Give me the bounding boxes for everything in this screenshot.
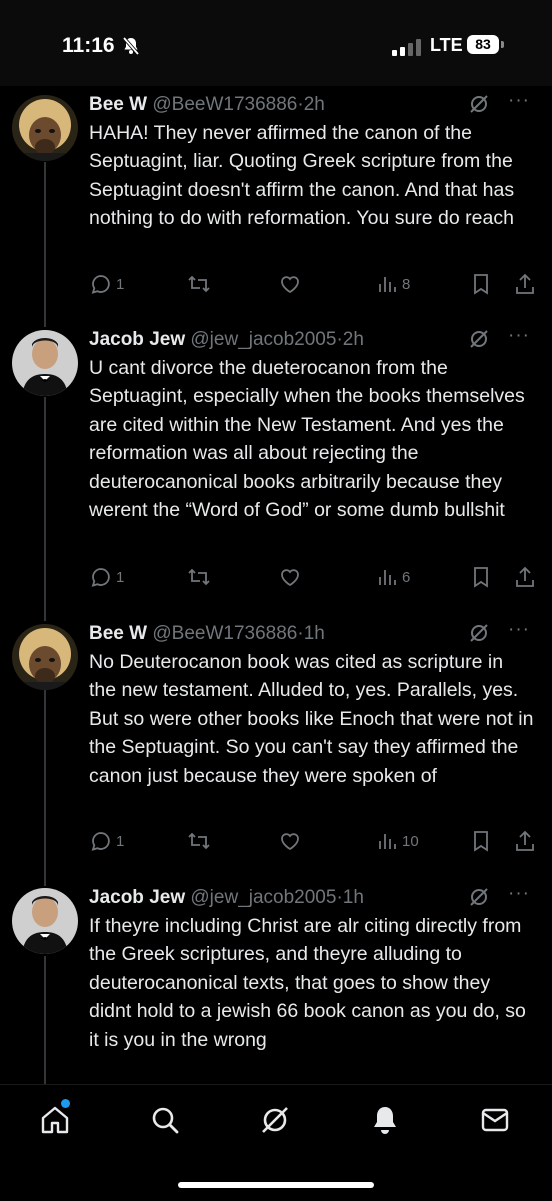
grok-icon[interactable] [468, 886, 490, 913]
avatar[interactable] [12, 888, 78, 954]
views-icon [376, 566, 398, 588]
more-icon[interactable]: ··· [508, 326, 530, 346]
messages-icon[interactable] [478, 1103, 512, 1142]
retweet-button[interactable] [187, 271, 211, 297]
signal-icon [392, 38, 424, 56]
tweet-body: Bee W @BeeW1736886·1h ··· No Deuterocano… [89, 620, 534, 790]
tweet[interactable]: Bee W @BeeW1736886·2h ··· HAHA! They nev… [0, 91, 552, 301]
bookmark-button[interactable] [470, 271, 492, 297]
bookmark-button[interactable] [470, 828, 492, 854]
tweet-time[interactable]: 2h [343, 329, 364, 350]
reply-button[interactable]: 1 [90, 828, 124, 854]
tweet[interactable]: Jacob Jew @jew_jacob2005·2h ··· U cant d… [0, 326, 552, 596]
view-count: 8 [402, 275, 411, 293]
avatar[interactable] [12, 330, 78, 396]
author-name[interactable]: Bee W [89, 94, 147, 115]
silent-mode-icon [121, 36, 141, 61]
more-icon[interactable]: ··· [508, 620, 530, 640]
battery-tip [501, 41, 504, 48]
bookmark-icon [470, 829, 492, 853]
share-button[interactable] [514, 564, 536, 590]
retweet-button[interactable] [187, 828, 211, 854]
author-name[interactable]: Jacob Jew [89, 329, 185, 350]
share-icon [514, 565, 536, 589]
tweet-time[interactable]: 2h [304, 94, 325, 115]
heart-icon [279, 273, 301, 295]
tweet-time[interactable]: 1h [343, 887, 364, 908]
tweet-text: No Deuterocanon book was cited as script… [89, 651, 534, 787]
tweet-actions: 1 10 [0, 828, 450, 854]
grok-icon[interactable] [468, 93, 490, 120]
share-button[interactable] [514, 271, 536, 297]
views-icon [376, 830, 398, 852]
status-time: 11:16 [62, 34, 115, 57]
tweet-time[interactable]: 1h [304, 623, 325, 644]
more-icon[interactable]: ··· [508, 91, 530, 111]
like-button[interactable] [279, 828, 301, 854]
more-icon[interactable]: ··· [508, 884, 530, 904]
like-button[interactable] [279, 564, 301, 590]
view-count: 10 [402, 832, 419, 850]
notifications-icon[interactable] [368, 1103, 402, 1142]
grok-icon[interactable] [468, 328, 490, 355]
search-icon[interactable] [148, 1103, 182, 1142]
tweet-text: U cant divorce the dueterocanon from the… [89, 357, 525, 522]
retweet-icon [187, 566, 211, 588]
heart-icon [279, 566, 301, 588]
views-icon [376, 273, 398, 295]
tweet-body: Jacob Jew @jew_jacob2005·1h ··· If theyr… [89, 884, 534, 1054]
tweet-body: Bee W @BeeW1736886·2h ··· HAHA! They nev… [89, 91, 534, 233]
author-name[interactable]: Jacob Jew [89, 887, 185, 908]
author-handle[interactable]: @BeeW1736886 [152, 94, 297, 115]
tweet-text: HAHA! They never affirmed the canon of t… [89, 122, 515, 230]
reply-count: 1 [116, 568, 125, 586]
bookmark-icon [470, 272, 492, 296]
tweet-body: Jacob Jew @jew_jacob2005·2h ··· U cant d… [89, 326, 534, 524]
author-handle[interactable]: @jew_jacob2005 [190, 887, 336, 908]
reply-icon [90, 830, 112, 852]
tweet[interactable]: Bee W @BeeW1736886·1h ··· No Deuterocano… [0, 620, 552, 860]
home-indicator [178, 1182, 374, 1188]
reply-icon [90, 566, 112, 588]
tweet-actions: 1 8 [0, 271, 450, 297]
author-handle[interactable]: @BeeW1736886 [152, 623, 297, 644]
grok-icon[interactable] [258, 1103, 292, 1142]
retweet-icon [187, 273, 211, 295]
views-button[interactable]: 8 [376, 271, 410, 297]
views-button[interactable]: 10 [376, 828, 419, 854]
reply-count: 1 [116, 275, 125, 293]
network-type: LTE [430, 35, 463, 55]
view-count: 6 [402, 568, 411, 586]
avatar[interactable] [12, 95, 78, 161]
share-button[interactable] [514, 828, 536, 854]
bookmark-icon [470, 565, 492, 589]
retweet-button[interactable] [187, 564, 211, 590]
author-handle[interactable]: @jew_jacob2005 [190, 329, 336, 350]
reply-count: 1 [116, 832, 125, 850]
avatar[interactable] [12, 624, 78, 690]
share-icon [514, 829, 536, 853]
reply-button[interactable]: 1 [90, 564, 124, 590]
author-name[interactable]: Bee W [89, 623, 147, 644]
home-notification-dot [61, 1099, 70, 1108]
tweet[interactable]: Jacob Jew @jew_jacob2005·1h ··· If theyr… [0, 884, 552, 1084]
battery-icon: 83 [467, 35, 499, 54]
share-icon [514, 272, 536, 296]
views-button[interactable]: 6 [376, 564, 410, 590]
tweet-actions: 1 6 [0, 564, 450, 590]
reply-button[interactable]: 1 [90, 271, 124, 297]
home-icon[interactable] [38, 1103, 72, 1142]
retweet-icon [187, 830, 211, 852]
grok-icon[interactable] [468, 622, 490, 649]
heart-icon [279, 830, 301, 852]
status-bar: 11:16 LTE 83 [0, 0, 552, 86]
bookmark-button[interactable] [470, 564, 492, 590]
tweet-text: If theyre including Christ are alr citin… [89, 915, 526, 1051]
like-button[interactable] [279, 271, 301, 297]
reply-icon [90, 273, 112, 295]
